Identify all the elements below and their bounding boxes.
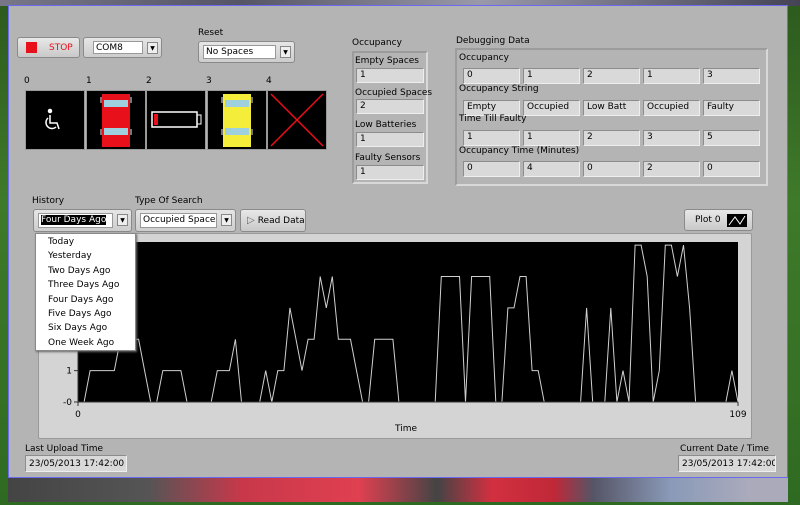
read-data-button[interactable]: ▷ Read Data	[240, 209, 306, 232]
low-batteries-value: 1	[356, 132, 424, 147]
debug-row-label: Occupancy String	[459, 84, 539, 94]
occupancy-title: Occupancy	[352, 38, 402, 48]
history-option[interactable]: Six Days Ago	[48, 323, 107, 333]
reset-select[interactable]: No Spaces ▼	[198, 41, 295, 63]
debug-row-label: Time Till Faulty	[459, 114, 527, 124]
debug-value: 1	[643, 68, 700, 84]
plot-area	[78, 242, 738, 402]
debug-row-label: Occupancy	[459, 53, 509, 63]
occupancy-chart[interactable]: 0 109 -0 1 Time	[38, 233, 752, 439]
space-0	[25, 90, 85, 150]
yellow-car-icon	[221, 94, 253, 147]
x-tick-label: 0	[75, 410, 81, 420]
red-x-icon	[270, 93, 324, 147]
debug-value: 0	[703, 161, 760, 177]
space-4	[267, 90, 327, 150]
y-tick-label: -0	[63, 398, 72, 408]
debug-value: Low Batt	[583, 100, 640, 116]
current-time-label: Current Date / Time	[680, 444, 769, 454]
empty-spaces-label: Empty Spaces	[355, 56, 419, 66]
empty-spaces-value: 1	[356, 68, 424, 83]
debug-value: 0	[583, 161, 640, 177]
debug-value: 2	[583, 68, 640, 84]
low-battery-icon	[151, 111, 202, 128]
space-3	[207, 90, 267, 150]
last-upload-label: Last Upload Time	[25, 444, 104, 454]
search-type-value: Occupied Spaces	[140, 213, 217, 228]
stop-icon	[26, 42, 37, 53]
debug-value: Occupied	[523, 100, 580, 116]
history-option[interactable]: One Week Ago	[48, 338, 114, 348]
com-port-select[interactable]: COM8 ▼	[83, 37, 162, 58]
current-time-value: 23/05/2013 17:42:00	[678, 455, 776, 472]
space-2	[146, 90, 206, 150]
history-value: Four Days Ago	[38, 213, 113, 228]
occupied-spaces-value: 2	[356, 99, 424, 114]
occupied-spaces-label: Occupied Spaces	[355, 88, 433, 98]
wheelchair-icon	[45, 108, 60, 130]
debug-value: 4	[523, 161, 580, 177]
read-data-label: Read Data	[257, 215, 305, 226]
last-upload-value: 23/05/2013 17:42:00	[25, 455, 127, 472]
debug-value: Faulty	[703, 100, 760, 116]
stop-label: STOP	[49, 42, 73, 53]
chevron-down-icon[interactable]: ▼	[117, 214, 128, 226]
debug-value: 3	[703, 68, 760, 84]
debug-value: 2	[583, 130, 640, 146]
debug-value: 5	[703, 130, 760, 146]
stop-button[interactable]: STOP	[17, 37, 80, 58]
debug-value: 3	[643, 130, 700, 146]
red-car-icon	[100, 94, 132, 147]
history-dropdown-list[interactable]: Today Yesterday Two Days Ago Three Days Ago…	[35, 233, 136, 351]
com-port-value: COM8	[93, 41, 143, 54]
reset-label: Reset	[198, 28, 224, 38]
history-option[interactable]: Three Days Ago	[48, 280, 119, 290]
faulty-sensors-value: 1	[356, 165, 424, 180]
history-label: History	[32, 196, 65, 206]
history-option[interactable]: Today	[48, 237, 74, 247]
x-axis-label: Time	[394, 424, 417, 434]
plot-legend-label: Plot 0	[695, 215, 721, 225]
plot-line-icon	[726, 213, 747, 227]
faulty-sensors-label: Faulty Sensors	[355, 153, 421, 163]
debug-value: 2	[643, 161, 700, 177]
space-index: 3	[206, 76, 212, 86]
chevron-down-icon[interactable]: ▼	[221, 214, 232, 226]
history-option[interactable]: Four Days Ago	[48, 295, 113, 305]
space-index: 2	[146, 76, 152, 86]
reset-value: No Spaces	[203, 45, 276, 59]
search-type-select[interactable]: Occupied Spaces ▼	[135, 209, 236, 232]
background-photo-cars	[8, 478, 788, 502]
search-type-label: Type Of Search	[135, 196, 203, 206]
debugging-title: Debugging Data	[456, 36, 530, 46]
y-tick-label: 1	[66, 367, 72, 377]
space-index: 0	[24, 76, 30, 86]
debug-value: 1	[523, 68, 580, 84]
debug-value: 0	[463, 161, 520, 177]
plot-legend[interactable]: Plot 0	[684, 209, 753, 231]
space-index: 1	[86, 76, 92, 86]
history-option[interactable]: Yesterday	[48, 251, 92, 261]
play-icon: ▷	[247, 215, 255, 226]
history-option[interactable]: Two Days Ago	[48, 266, 110, 276]
debug-row-label: Occupancy Time (Minutes)	[459, 146, 580, 156]
history-select[interactable]: Four Days Ago ▼	[33, 209, 132, 232]
debug-value: 1	[463, 130, 520, 146]
low-batteries-label: Low Batteries	[355, 120, 417, 130]
chevron-down-icon[interactable]: ▼	[280, 46, 291, 58]
x-tick-label: 109	[729, 410, 746, 420]
debug-value: 1	[523, 130, 580, 146]
debug-value: Occupied	[643, 100, 700, 116]
space-1	[86, 90, 146, 150]
debug-value: 0	[463, 68, 520, 84]
space-index: 4	[266, 76, 272, 86]
history-option[interactable]: Five Days Ago	[48, 309, 111, 319]
chevron-down-icon[interactable]: ▼	[147, 42, 158, 54]
